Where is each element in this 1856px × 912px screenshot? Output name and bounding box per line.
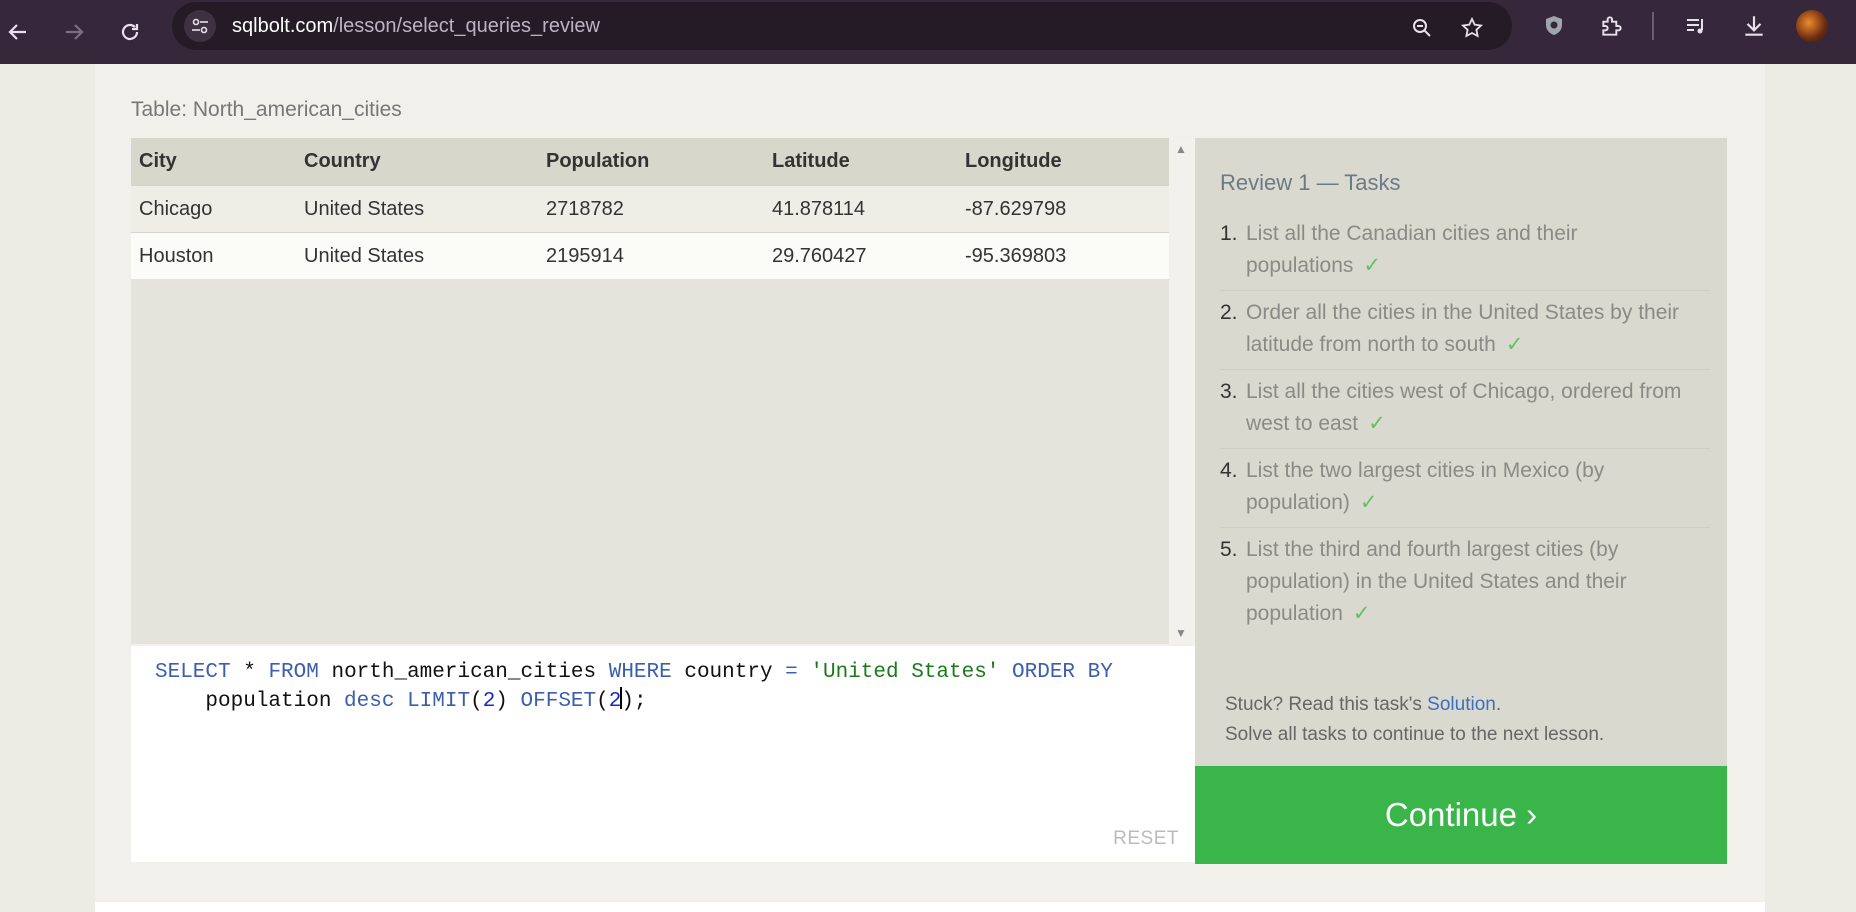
table-header-row: City Country Population Latitude Longitu… — [131, 138, 1169, 186]
site-settings-icon[interactable] — [184, 10, 216, 42]
task-text: List all the cities west of Chicago, ord… — [1246, 380, 1682, 435]
url-host: sqlbolt.com — [232, 15, 334, 37]
reading-list-icon[interactable] — [1680, 10, 1712, 42]
checkmark-icon: ✓ — [1368, 412, 1386, 435]
forward-icon[interactable] — [56, 14, 92, 50]
profile-avatar[interactable] — [1796, 10, 1828, 42]
url-text[interactable]: sqlbolt.com/lesson/select_queries_review — [232, 15, 600, 38]
checkmark-icon: ✓ — [1505, 333, 1524, 356]
task-text: Order all the cities in the United State… — [1246, 301, 1680, 356]
results-scrollbar[interactable]: ▲ ▼ — [1169, 138, 1195, 644]
stuck-suffix: . — [1495, 694, 1502, 715]
cell-latitude: 29.760427 — [764, 232, 957, 279]
string-literal: 'United States' — [810, 661, 1000, 684]
address-bar[interactable]: sqlbolt.com/lesson/select_queries_review — [172, 2, 1512, 50]
continue-button[interactable]: Continue › — [1195, 766, 1727, 864]
bookmark-star-icon[interactable] — [1456, 12, 1488, 44]
keyword: ORDER BY — [1012, 661, 1113, 684]
task-number: 1. — [1220, 222, 1238, 245]
tasks-title: Review 1 — Tasks — [1220, 170, 1401, 195]
task-text: List the two largest cities in Mexico (b… — [1246, 459, 1605, 514]
column-header-country: Country — [296, 138, 538, 186]
code-text: ( — [470, 690, 483, 713]
column-header-latitude: Latitude — [764, 138, 957, 186]
code-text: ) — [495, 690, 521, 713]
keyword: SELECT — [155, 661, 231, 684]
cell-city: Chicago — [131, 185, 296, 233]
operator: = — [785, 661, 798, 684]
keyword: FROM — [268, 661, 319, 684]
cell-longitude: -87.629798 — [957, 185, 1169, 233]
task-number: 4. — [1220, 459, 1238, 482]
tasks-panel: Review 1 — Tasks 1. List all the Canadian… — [1195, 138, 1727, 766]
checkmark-icon: ✓ — [1359, 491, 1378, 514]
code-text: north_american_cities — [318, 661, 609, 684]
toolbar-separator — [1652, 12, 1654, 40]
column-header-longitude: Longitude — [957, 138, 1169, 186]
cell-country: United States — [296, 185, 538, 233]
table-row: Chicago United States 2718782 41.878114 … — [131, 185, 1169, 233]
cell-latitude: 41.878114 — [764, 185, 957, 233]
zoom-icon[interactable] — [1406, 12, 1438, 44]
task-item: 2. Order all the cities in the United Sta… — [1220, 291, 1710, 370]
cell-city: Houston — [131, 232, 296, 279]
checkmark-icon: ✓ — [1363, 254, 1382, 277]
task-number: 5. — [1220, 538, 1238, 561]
solution-link[interactable]: Solution — [1427, 694, 1496, 715]
help-text: Stuck? Read this task's Solution. Solve … — [1225, 690, 1604, 750]
task-item: 4. List the two largest cities in Mexico … — [1220, 449, 1710, 528]
task-number: 3. — [1220, 380, 1238, 403]
stuck-prefix: Stuck? Read this task's — [1225, 694, 1428, 715]
task-item: 5. List the third and fourth largest citi… — [1220, 528, 1710, 638]
task-number: 2. — [1220, 301, 1238, 324]
sql-code[interactable]: SELECT * FROM north_american_cities WHER… — [155, 658, 1113, 716]
task-item: 3. List all the cities west of Chicago, o… — [1220, 370, 1710, 449]
cell-longitude: -95.369803 — [957, 232, 1169, 279]
task-text: List the third and fourth largest cities… — [1246, 538, 1627, 625]
url-path: /lesson/select_queries_review — [333, 15, 600, 37]
task-text: List all the Canadian cities and their p… — [1246, 222, 1578, 277]
table-caption: Table: North_american_cities — [131, 98, 402, 121]
keyword: OFFSET — [520, 690, 597, 713]
column-header-population: Population — [538, 138, 764, 186]
code-text: * — [230, 661, 269, 684]
query-results-table: City Country Population Latitude Longitu… — [131, 138, 1169, 644]
extensions-puzzle-icon[interactable] — [1596, 10, 1628, 42]
browser-toolbar: sqlbolt.com/lesson/select_queries_review — [0, 0, 1856, 64]
keyword: desc — [344, 690, 395, 713]
cell-population: 2195914 — [538, 232, 764, 279]
keyword: LIMIT — [407, 690, 471, 713]
back-icon[interactable] — [0, 14, 36, 50]
number-literal: 2 — [482, 690, 496, 713]
code-text: population — [155, 690, 345, 713]
keyword: WHERE — [608, 661, 672, 684]
sql-editor[interactable]: SELECT * FROM north_american_cities WHER… — [131, 646, 1195, 862]
code-text: country — [671, 661, 786, 684]
cell-population: 2718782 — [538, 185, 764, 233]
task-item: 1. List all the Canadian cities and their… — [1220, 212, 1710, 291]
column-header-city: City — [131, 138, 296, 186]
shield-extension-icon[interactable] — [1538, 10, 1570, 42]
code-text: ( — [596, 690, 609, 713]
page-footer-strip — [95, 902, 1765, 912]
cell-country: United States — [296, 232, 538, 279]
scroll-up-arrow-icon[interactable]: ▲ — [1175, 142, 1187, 156]
solve-all-text: Solve all tasks to continue to the next … — [1225, 724, 1605, 745]
checkmark-icon: ✓ — [1352, 602, 1371, 625]
reset-button[interactable]: RESET — [1113, 828, 1179, 850]
download-icon[interactable] — [1738, 10, 1770, 42]
scroll-down-arrow-icon[interactable]: ▼ — [1175, 626, 1187, 640]
reload-icon[interactable] — [112, 14, 148, 50]
code-text: ); — [621, 690, 647, 713]
task-list: 1. List all the Canadian cities and their… — [1220, 212, 1710, 638]
table-row: Houston United States 2195914 29.760427 … — [131, 232, 1169, 279]
